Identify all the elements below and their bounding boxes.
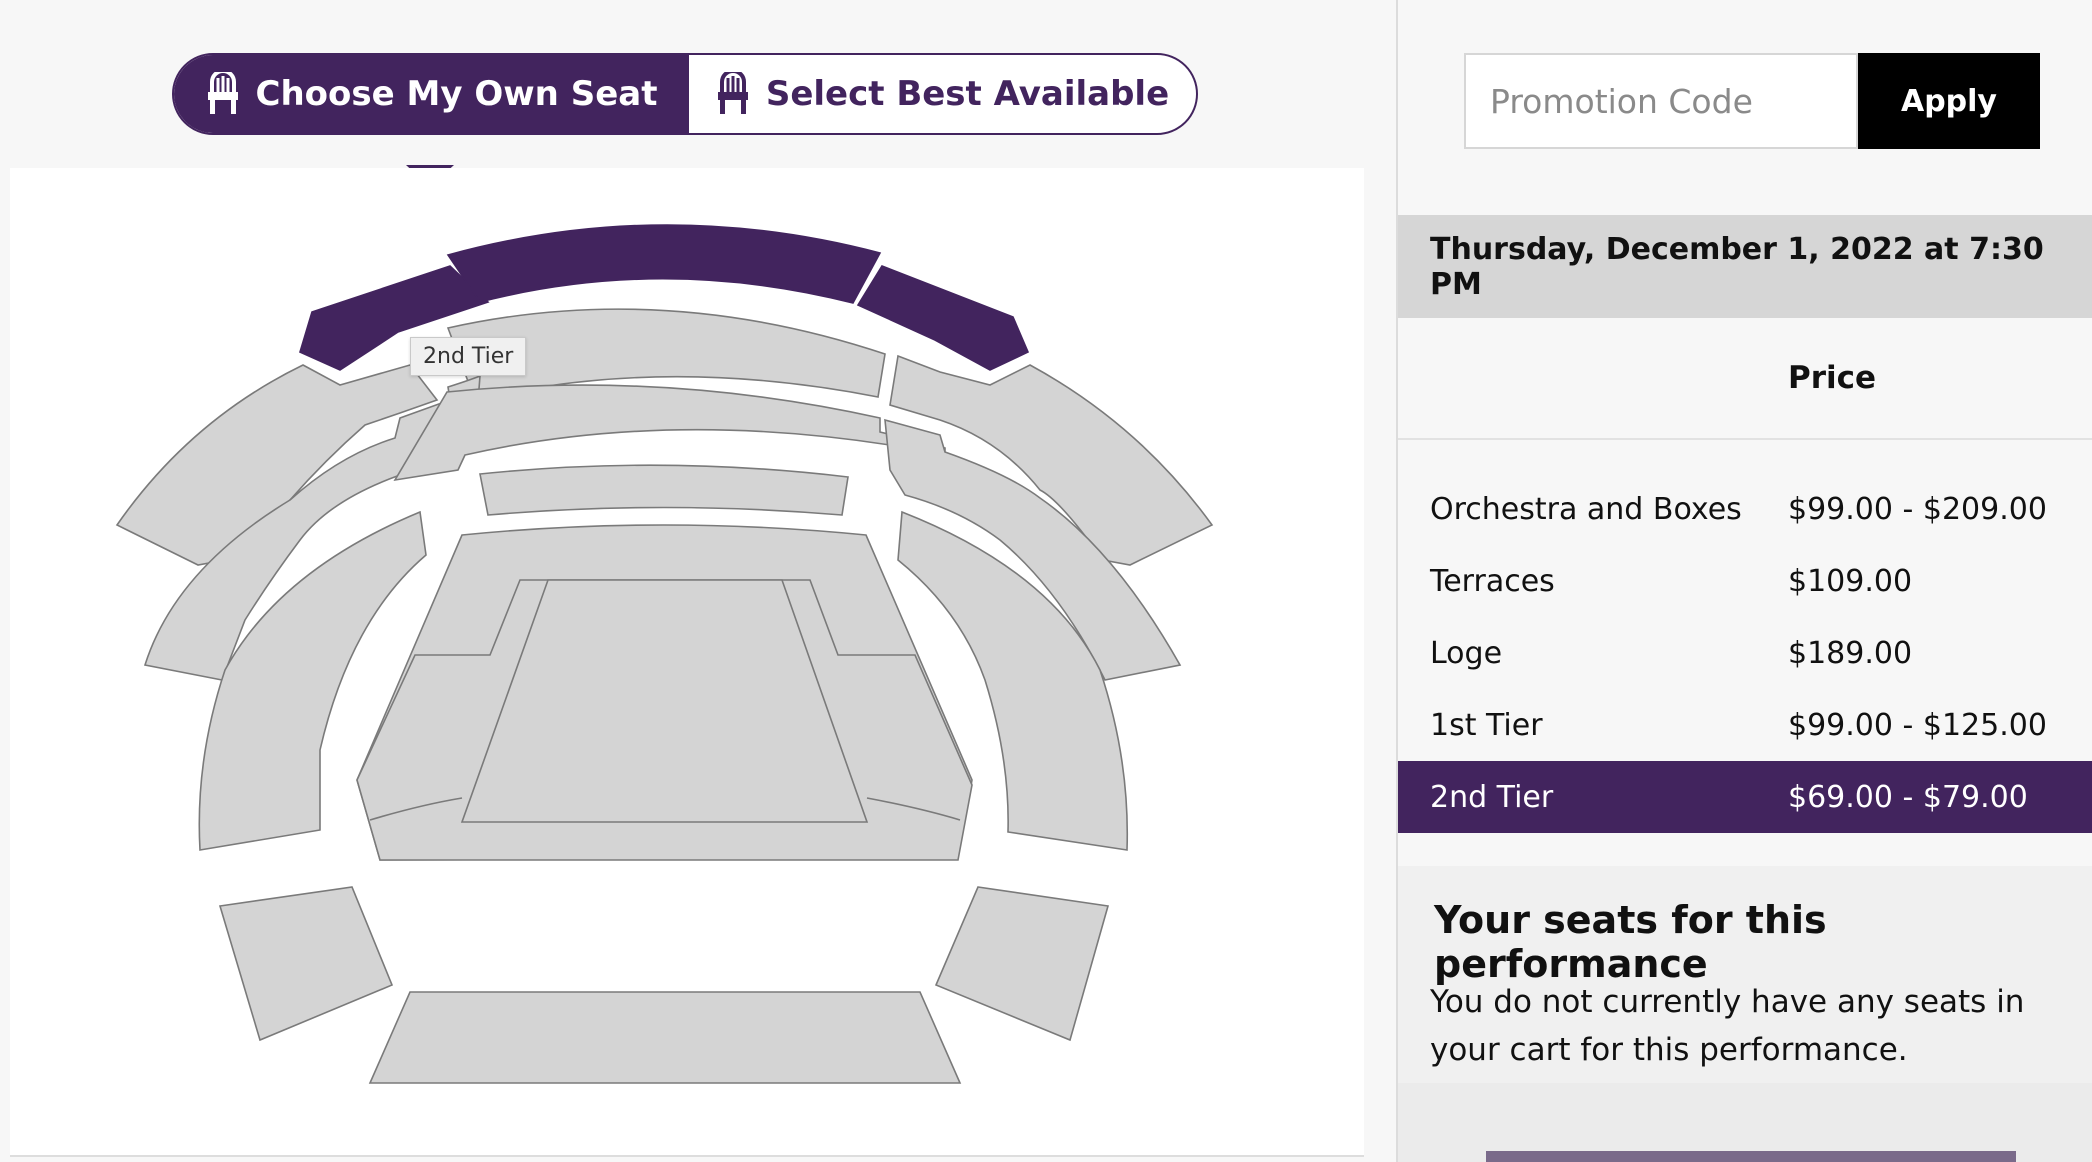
section-stage-front[interactable] [368,991,962,1084]
price-row-orchestra-and-boxes[interactable]: Orchestra and Boxes $99.00 - $209.00 [1398,473,2092,545]
cart-seats-message: You do not currently have any seats in y… [1430,984,2025,1068]
price-row-name: Orchestra and Boxes [1430,491,1742,527]
seat-map [115,224,1214,1084]
section-tooltip: 2nd Tier [410,337,527,376]
price-row-2nd-tier[interactable]: 2nd Tier $69.00 - $79.00 [1398,761,2092,833]
price-row-1st-tier[interactable]: 1st Tier $99.00 - $125.00 [1398,689,2092,761]
section-box-front-left[interactable] [218,886,394,1042]
section-box-front-right[interactable] [934,886,1110,1042]
price-row-value: $69.00 - $79.00 [1788,779,2028,815]
section-2nd-tier-center[interactable] [446,224,882,304]
price-row-name: 1st Tier [1430,707,1543,743]
price-row-value: $189.00 [1788,635,1913,671]
price-row-value: $99.00 - $125.00 [1788,707,2047,743]
sidebar: Apply Thursday, December 1, 2022 at 7:30… [1398,0,2092,1162]
price-row-name: Terraces [1430,563,1555,599]
cart-seats-title: Your seats for this performance [1434,898,1827,986]
price-row-name: 2nd Tier [1430,779,1554,815]
price-row-terraces[interactable]: Terraces $109.00 [1398,545,2092,617]
continue-button[interactable] [1486,1151,2016,1162]
price-column-header: Price [1788,360,1877,396]
performance-date: Thursday, December 1, 2022 at 7:30 PM [1398,215,2092,318]
price-row-value: $99.00 - $209.00 [1788,491,2047,527]
cart-seats-box: Your seats for this performance You do n… [1398,866,2092,1083]
price-header-row: Price [1398,318,2092,440]
price-row-value: $109.00 [1788,563,1913,599]
section-terraces[interactable] [479,464,849,516]
seat-map-area: Choose My Own Seat Select Best Available [0,0,1396,1162]
price-row-name: Loge [1430,635,1503,671]
promotion-code-input[interactable] [1464,53,1858,149]
apply-promo-button[interactable]: Apply [1858,53,2040,149]
price-row-loge[interactable]: Loge $189.00 [1398,617,2092,689]
